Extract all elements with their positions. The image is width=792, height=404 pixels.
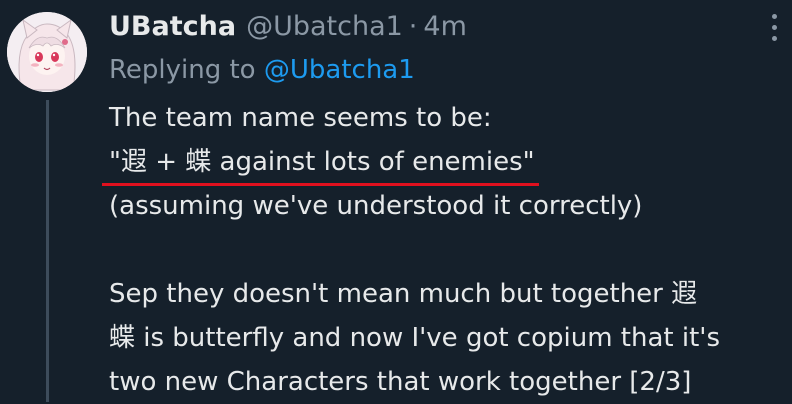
tweet-header: UBatcha @Ubatcha1 · 4m: [109, 4, 467, 48]
tweet-text: The team name seems to be: "遐 + 蝶 agains…: [102, 96, 785, 404]
replying-to-label: Replying to: [109, 55, 264, 85]
user-handle[interactable]: @Ubatcha1: [246, 11, 403, 42]
tweet-text-line: Sep they doesn't mean much but together …: [109, 279, 698, 309]
tweet-text-line: (assuming we've understood it correctly): [109, 191, 643, 221]
thread-connector-line: [46, 100, 49, 402]
highlighted-text: "遐 + 蝶 against lots of enemies": [109, 147, 535, 177]
timestamp[interactable]: 4m: [423, 11, 466, 42]
replying-to-mention[interactable]: @Ubatcha1: [264, 55, 415, 85]
tweet-text-line: 蝶 is butterfly and now I've got copium t…: [109, 323, 720, 353]
avatar-image: [7, 12, 87, 92]
avatar[interactable]: [7, 12, 87, 92]
red-underline-annotation: [102, 183, 539, 186]
highlighted-team-name: "遐 + 蝶 against lots of enemies": [102, 140, 539, 186]
more-vertical-icon[interactable]: [770, 14, 778, 42]
display-name[interactable]: UBatcha: [109, 11, 236, 42]
tweet-text-line: "遐 + 蝶 against lots of enemies": [102, 140, 785, 186]
tweet-text-line: two new Characters that work together [2…: [109, 367, 692, 397]
replying-to: Replying to @Ubatcha1: [109, 50, 415, 90]
separator-dot: ·: [408, 10, 418, 42]
tweet-text-line: The team name seems to be:: [109, 103, 492, 133]
